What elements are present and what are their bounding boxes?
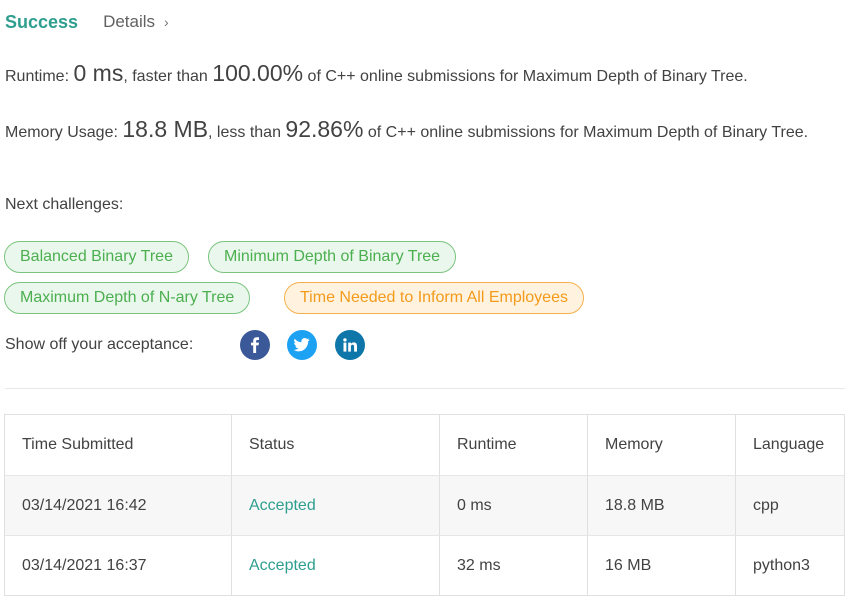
submissions-table: Time Submitted Status Runtime Memory Lan… (4, 414, 845, 596)
accepted-link[interactable]: Accepted (249, 497, 316, 515)
status-title: Success (5, 11, 79, 32)
memory-comparison: , less than (208, 124, 281, 141)
table-row: 03/14/2021 16:37 Accepted 32 ms 16 MB py… (5, 535, 844, 595)
cell-status: Accepted (231, 536, 439, 595)
cell-language: python3 (735, 536, 844, 595)
cell-runtime: 32 ms (439, 536, 587, 595)
cell-language: cpp (735, 476, 844, 535)
memory-percent: 92.86% (285, 116, 364, 142)
memory-value: 18.8 MB (122, 116, 209, 142)
accepted-link[interactable]: Accepted (249, 557, 316, 575)
column-header-memory: Memory (587, 415, 735, 475)
memory-label: Memory Usage: (5, 124, 118, 141)
challenge-tag[interactable]: Minimum Depth of Binary Tree (208, 241, 457, 273)
challenge-tag[interactable]: Time Needed to Inform All Employees (284, 282, 584, 314)
memory-suffix: of C++ online submissions for Maximum De… (367, 124, 809, 141)
challenge-tag[interactable]: Maximum Depth of N-ary Tree (4, 282, 251, 314)
runtime-comparison: , faster than (123, 68, 208, 85)
runtime-percent: 100.00% (212, 60, 304, 86)
column-header-language: Language (735, 415, 844, 475)
cell-time-submitted: 03/14/2021 16:37 (22, 556, 147, 574)
table-header-row: Time Submitted Status Runtime Memory Lan… (5, 415, 844, 475)
facebook-icon[interactable] (248, 337, 262, 353)
next-challenges-label: Next challenges: (5, 196, 124, 213)
result-header: Success Details › (5, 10, 169, 34)
details-link[interactable]: Details › (103, 12, 169, 32)
twitter-share-button[interactable] (287, 330, 317, 360)
cell-runtime: 0 ms (439, 476, 587, 535)
linkedin-share-button[interactable] (335, 330, 365, 360)
challenge-tag[interactable]: Balanced Binary Tree (4, 241, 189, 273)
share-label: Show off your acceptance: (5, 336, 194, 353)
column-header-time: Time Submitted (22, 436, 134, 453)
column-header-runtime: Runtime (439, 415, 587, 475)
column-header-status: Status (231, 415, 439, 475)
runtime-summary: Runtime: 0 ms, faster than 100.00% of C+… (5, 60, 748, 90)
details-label[interactable]: Details (103, 12, 155, 32)
facebook-share-button[interactable] (240, 330, 270, 360)
memory-summary: Memory Usage: 18.8 MB, less than 92.86% … (5, 116, 840, 146)
section-divider (5, 388, 845, 389)
twitter-icon[interactable] (294, 338, 310, 352)
submission-result-panel: Success Details › Runtime: 0 ms, faster … (0, 0, 853, 604)
linkedin-icon[interactable] (343, 338, 357, 352)
cell-memory: 16 MB (587, 536, 735, 595)
cell-memory: 18.8 MB (587, 476, 735, 535)
runtime-label: Runtime: (5, 68, 70, 85)
runtime-suffix: of C++ online submissions for Maximum De… (307, 68, 748, 85)
runtime-value: 0 ms (73, 60, 124, 86)
table-row: 03/14/2021 16:42 Accepted 0 ms 18.8 MB c… (5, 475, 844, 535)
cell-time-submitted: 03/14/2021 16:42 (22, 496, 147, 514)
cell-status: Accepted (231, 476, 439, 535)
chevron-right-icon[interactable]: › (164, 14, 169, 30)
